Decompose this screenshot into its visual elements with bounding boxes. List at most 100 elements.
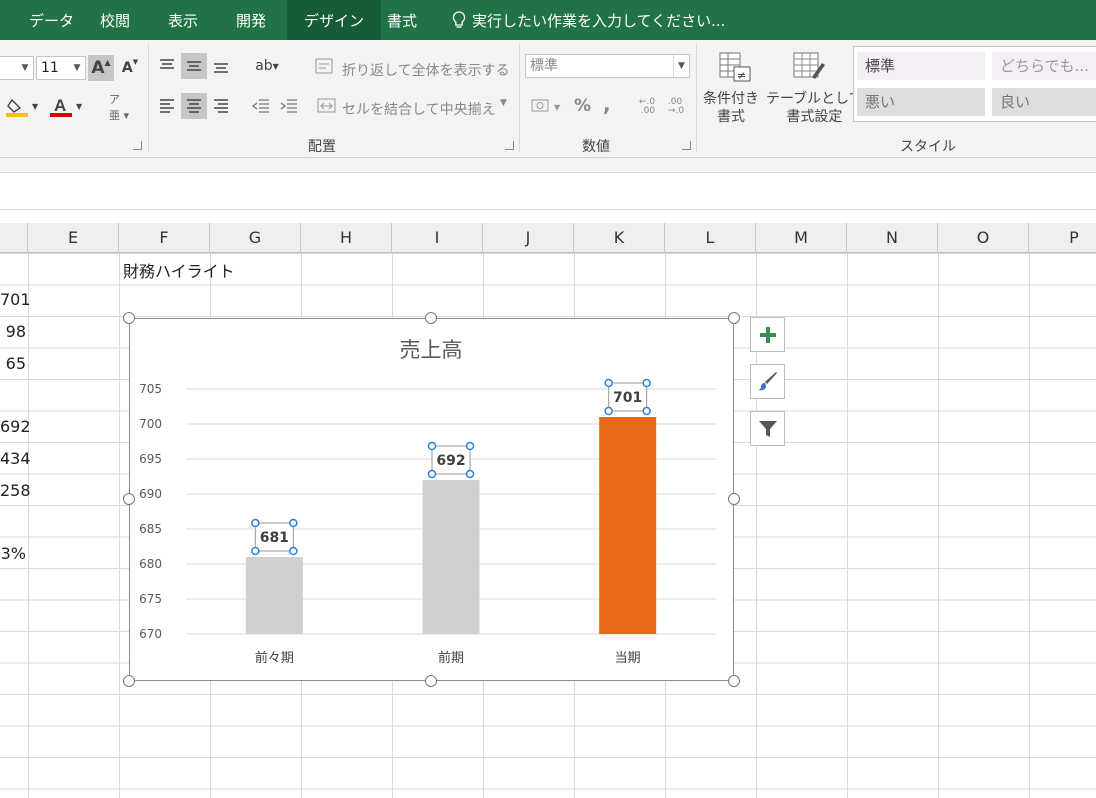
chart-resize-handle[interactable]: [728, 675, 740, 687]
percent-style-button[interactable]: %: [574, 96, 591, 116]
data-label[interactable]: 701: [613, 390, 642, 406]
decrease-font-size-icon[interactable]: A ▼: [117, 55, 143, 81]
tab-review[interactable]: 校閲: [86, 0, 144, 40]
alignment-group-launcher-icon[interactable]: [505, 141, 514, 150]
decrease-indent-icon[interactable]: [248, 93, 274, 119]
conditional-formatting-icon[interactable]: ≠: [714, 48, 754, 86]
column-header[interactable]: L: [665, 223, 756, 253]
style-bad[interactable]: 悪い: [857, 88, 985, 116]
chevron-down-icon[interactable]: ▼: [500, 98, 507, 108]
chart-filters-button[interactable]: [750, 411, 785, 446]
increase-indent-icon[interactable]: [276, 93, 302, 119]
wrap-text-icon[interactable]: [313, 56, 337, 78]
column-header[interactable]: H: [301, 223, 392, 253]
column-header[interactable]: K: [574, 223, 665, 253]
style-neutral[interactable]: どちらでも...: [992, 52, 1096, 80]
column-header[interactable]: F: [119, 223, 210, 253]
column-header[interactable]: M: [756, 223, 847, 253]
column-header[interactable]: N: [847, 223, 938, 253]
chart-styles-button[interactable]: [750, 364, 785, 399]
tab-format[interactable]: 書式: [373, 0, 431, 40]
phonetic-guide-icon[interactable]: ア亜 ▾: [100, 93, 138, 122]
style-good[interactable]: 良い: [992, 88, 1096, 116]
format-as-table-icon[interactable]: [789, 48, 829, 86]
cell-d-value[interactable]: 3%: [0, 544, 26, 563]
bar[interactable]: [599, 417, 657, 634]
data-label-handle[interactable]: [427, 441, 437, 451]
font-group-launcher-icon[interactable]: [133, 141, 142, 150]
data-label-handle[interactable]: [251, 518, 260, 528]
column-header[interactable]: P: [1029, 223, 1096, 253]
formula-bar[interactable]: [0, 172, 1096, 210]
bar-chart[interactable]: 売上高 670 675 680 685 690 695 700 705 681 692 701 前…: [130, 319, 733, 680]
chart-resize-handle[interactable]: [728, 312, 740, 324]
chart-title[interactable]: 売上高: [400, 338, 463, 362]
increase-decimal-icon[interactable]: ←.0 .00: [634, 94, 660, 120]
data-label-handle[interactable]: [604, 406, 613, 416]
cell-d-value[interactable]: 98: [0, 322, 26, 341]
bar[interactable]: [245, 557, 303, 634]
data-label-handle[interactable]: [251, 546, 260, 556]
wrap-text-label[interactable]: 折り返して全体を表示する: [342, 60, 510, 80]
chart-resize-handle[interactable]: [123, 493, 135, 505]
fill-color-icon[interactable]: ▼: [2, 94, 44, 120]
cell-d-value[interactable]: 65: [0, 354, 26, 373]
merge-cells-icon[interactable]: [315, 95, 339, 117]
chart-resize-handle[interactable]: [728, 493, 740, 505]
chart-resize-handle[interactable]: [425, 675, 437, 687]
align-top-icon[interactable]: [154, 53, 180, 79]
column-header[interactable]: E: [28, 223, 119, 253]
column-header[interactable]: I: [392, 223, 483, 253]
chart-resize-handle[interactable]: [123, 675, 135, 687]
data-label-handle[interactable]: [465, 441, 475, 451]
tell-me-box[interactable]: 実行したい作業を入力してください...: [452, 0, 725, 40]
tab-data[interactable]: データ: [15, 0, 88, 40]
align-center-icon[interactable]: [181, 93, 207, 119]
bar[interactable]: [422, 480, 480, 634]
data-label-handle[interactable]: [642, 378, 651, 388]
column-header[interactable]: G: [210, 223, 301, 253]
chart-elements-button[interactable]: [750, 317, 785, 352]
align-middle-icon[interactable]: [181, 53, 207, 79]
conditional-formatting-label[interactable]: 条件付き 書式: [703, 90, 759, 126]
number-format-combo[interactable]: 標準 ▼: [525, 54, 690, 78]
data-label-handle[interactable]: [289, 546, 298, 556]
cell-d-value[interactable]: 692: [0, 417, 31, 436]
chart-area[interactable]: 売上高 670 675 680 685 690 695 700 705 681 692 701 前…: [129, 318, 734, 681]
column-header[interactable]: O: [938, 223, 1029, 253]
cell-d-value[interactable]: 701: [0, 290, 31, 309]
text-orientation-icon[interactable]: ab ▼: [246, 53, 288, 79]
style-normal[interactable]: 標準: [857, 52, 985, 80]
accounting-format-icon[interactable]: ▼: [527, 94, 569, 120]
cell-d-value[interactable]: 434: [0, 449, 31, 468]
decrease-decimal-icon[interactable]: .00 →.0: [663, 94, 689, 120]
align-right-icon[interactable]: [208, 93, 234, 119]
data-label-handle[interactable]: [604, 378, 613, 388]
x-tick-label: 当期: [615, 651, 641, 666]
cell-f1-title[interactable]: 財務ハイライト: [123, 258, 235, 282]
tab-developer[interactable]: 開発: [222, 0, 280, 40]
data-label[interactable]: 692: [436, 453, 465, 469]
data-label-handle[interactable]: [465, 469, 475, 479]
align-bottom-icon[interactable]: [208, 53, 234, 79]
tab-design[interactable]: デザイン: [287, 0, 382, 40]
column-header-d[interactable]: [0, 223, 28, 253]
merge-center-label[interactable]: セルを結合して中央揃え: [342, 99, 496, 119]
increase-font-size-icon[interactable]: A ▲: [88, 55, 114, 81]
cell-d-value[interactable]: 258: [0, 481, 31, 500]
chart-resize-handle[interactable]: [425, 312, 437, 324]
format-as-table-label[interactable]: テーブルとして 書式設定: [766, 90, 863, 126]
data-label-handle[interactable]: [642, 406, 651, 416]
column-header[interactable]: J: [483, 223, 574, 253]
data-label[interactable]: 681: [260, 530, 289, 546]
font-size-combo[interactable]: 11 ▼: [36, 56, 86, 80]
data-label-handle[interactable]: [427, 469, 437, 479]
font-name-combo[interactable]: ▼: [0, 56, 34, 80]
tab-view[interactable]: 表示: [154, 0, 212, 40]
align-left-icon[interactable]: [154, 93, 180, 119]
comma-style-button[interactable]: ,: [603, 92, 611, 116]
font-color-icon[interactable]: A ▼: [46, 94, 88, 120]
data-label-handle[interactable]: [289, 518, 298, 528]
chart-resize-handle[interactable]: [123, 312, 135, 324]
number-group-launcher-icon[interactable]: [682, 141, 691, 150]
